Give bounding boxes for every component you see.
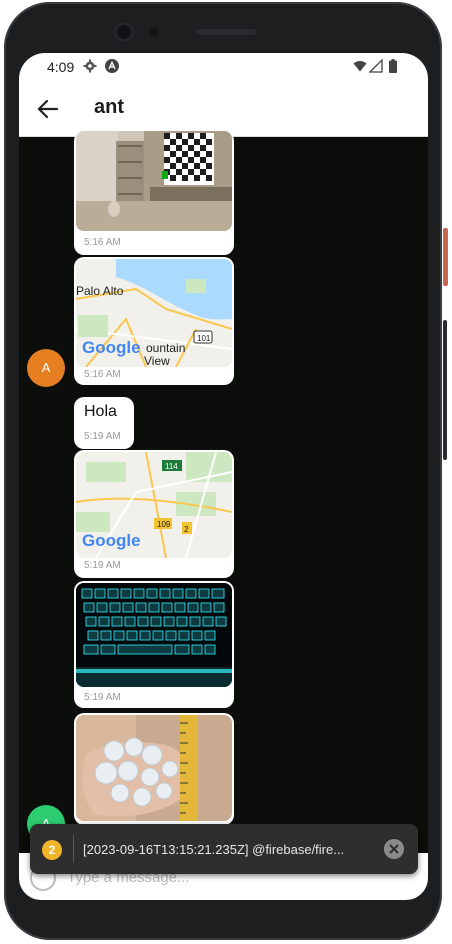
keyboard-image[interactable] xyxy=(76,583,232,687)
map-preview[interactable]: Palo Alto Google ountain View 101 xyxy=(76,259,232,367)
wifi-icon xyxy=(353,61,367,72)
map-label-city: Palo Alto xyxy=(76,284,124,298)
avatar[interactable]: A xyxy=(27,349,65,387)
living-room-photo xyxy=(76,131,232,231)
map-palo-alto: Palo Alto Google ountain View 101 xyxy=(76,259,232,367)
keyboard-photo xyxy=(76,583,232,687)
screen: 4:09 ant 5:16 AM Palo Alto Google ountai… xyxy=(19,53,428,900)
map-area-114: 114 Google 109 2 xyxy=(76,452,232,558)
message-image-bubble[interactable]: 5:19 AM xyxy=(74,581,234,708)
hail-image[interactable] xyxy=(76,715,232,821)
message-time: 5:16 AM xyxy=(84,237,121,248)
close-icon[interactable] xyxy=(384,839,404,859)
settings-icon xyxy=(83,59,97,73)
google-logo: Google xyxy=(82,531,141,550)
message-image-bubble[interactable]: 5:16 AM xyxy=(74,131,234,255)
message-map-bubble[interactable]: Palo Alto Google ountain View 101 5:16 A… xyxy=(74,257,234,385)
battery-icon xyxy=(389,59,397,73)
message-time: 5:19 AM xyxy=(84,431,121,442)
route-shield: 114 xyxy=(165,462,178,471)
route-shield: 109 xyxy=(157,520,171,529)
chat-title: ant xyxy=(94,96,124,118)
message-time: 5:19 AM xyxy=(84,692,121,703)
google-logo: Google xyxy=(82,338,141,357)
toast-divider xyxy=(73,835,74,863)
app-icon xyxy=(105,59,119,73)
message-map-bubble[interactable]: 114 Google 109 2 5:19 AM xyxy=(74,450,234,578)
highway-shield: 101 xyxy=(197,334,211,343)
front-camera xyxy=(114,22,134,42)
message-text: Hola xyxy=(84,403,117,420)
message-time: 5:16 AM xyxy=(84,369,121,380)
warning-toast[interactable]: 2 [2023-09-16T13:15:21.235Z] @firebase/f… xyxy=(30,824,418,874)
living-room-image[interactable] xyxy=(76,131,232,231)
map-label-view: View xyxy=(144,354,170,367)
earpiece xyxy=(196,29,256,35)
status-bar: 4:09 xyxy=(19,53,428,82)
message-time: 5:19 AM xyxy=(84,560,121,571)
toast-message: [2023-09-16T13:15:21.235Z] @firebase/fir… xyxy=(83,842,345,857)
proximity-sensor xyxy=(150,28,158,36)
route-shield: 2 xyxy=(184,525,189,534)
map-label-town: ountain xyxy=(146,341,185,355)
volume-rocker xyxy=(443,320,447,460)
map-preview[interactable]: 114 Google 109 2 xyxy=(76,452,232,558)
message-text-bubble[interactable]: Hola 5:19 AM xyxy=(74,397,134,449)
power-button xyxy=(443,228,448,286)
message-image-bubble[interactable] xyxy=(74,713,234,825)
hail-photo xyxy=(76,715,232,821)
status-time: 4:09 xyxy=(47,59,75,75)
chat-header: ant xyxy=(19,82,428,137)
back-arrow-icon[interactable] xyxy=(35,96,61,122)
warning-count-badge: 2 xyxy=(42,840,62,860)
signal-icon xyxy=(369,59,383,73)
